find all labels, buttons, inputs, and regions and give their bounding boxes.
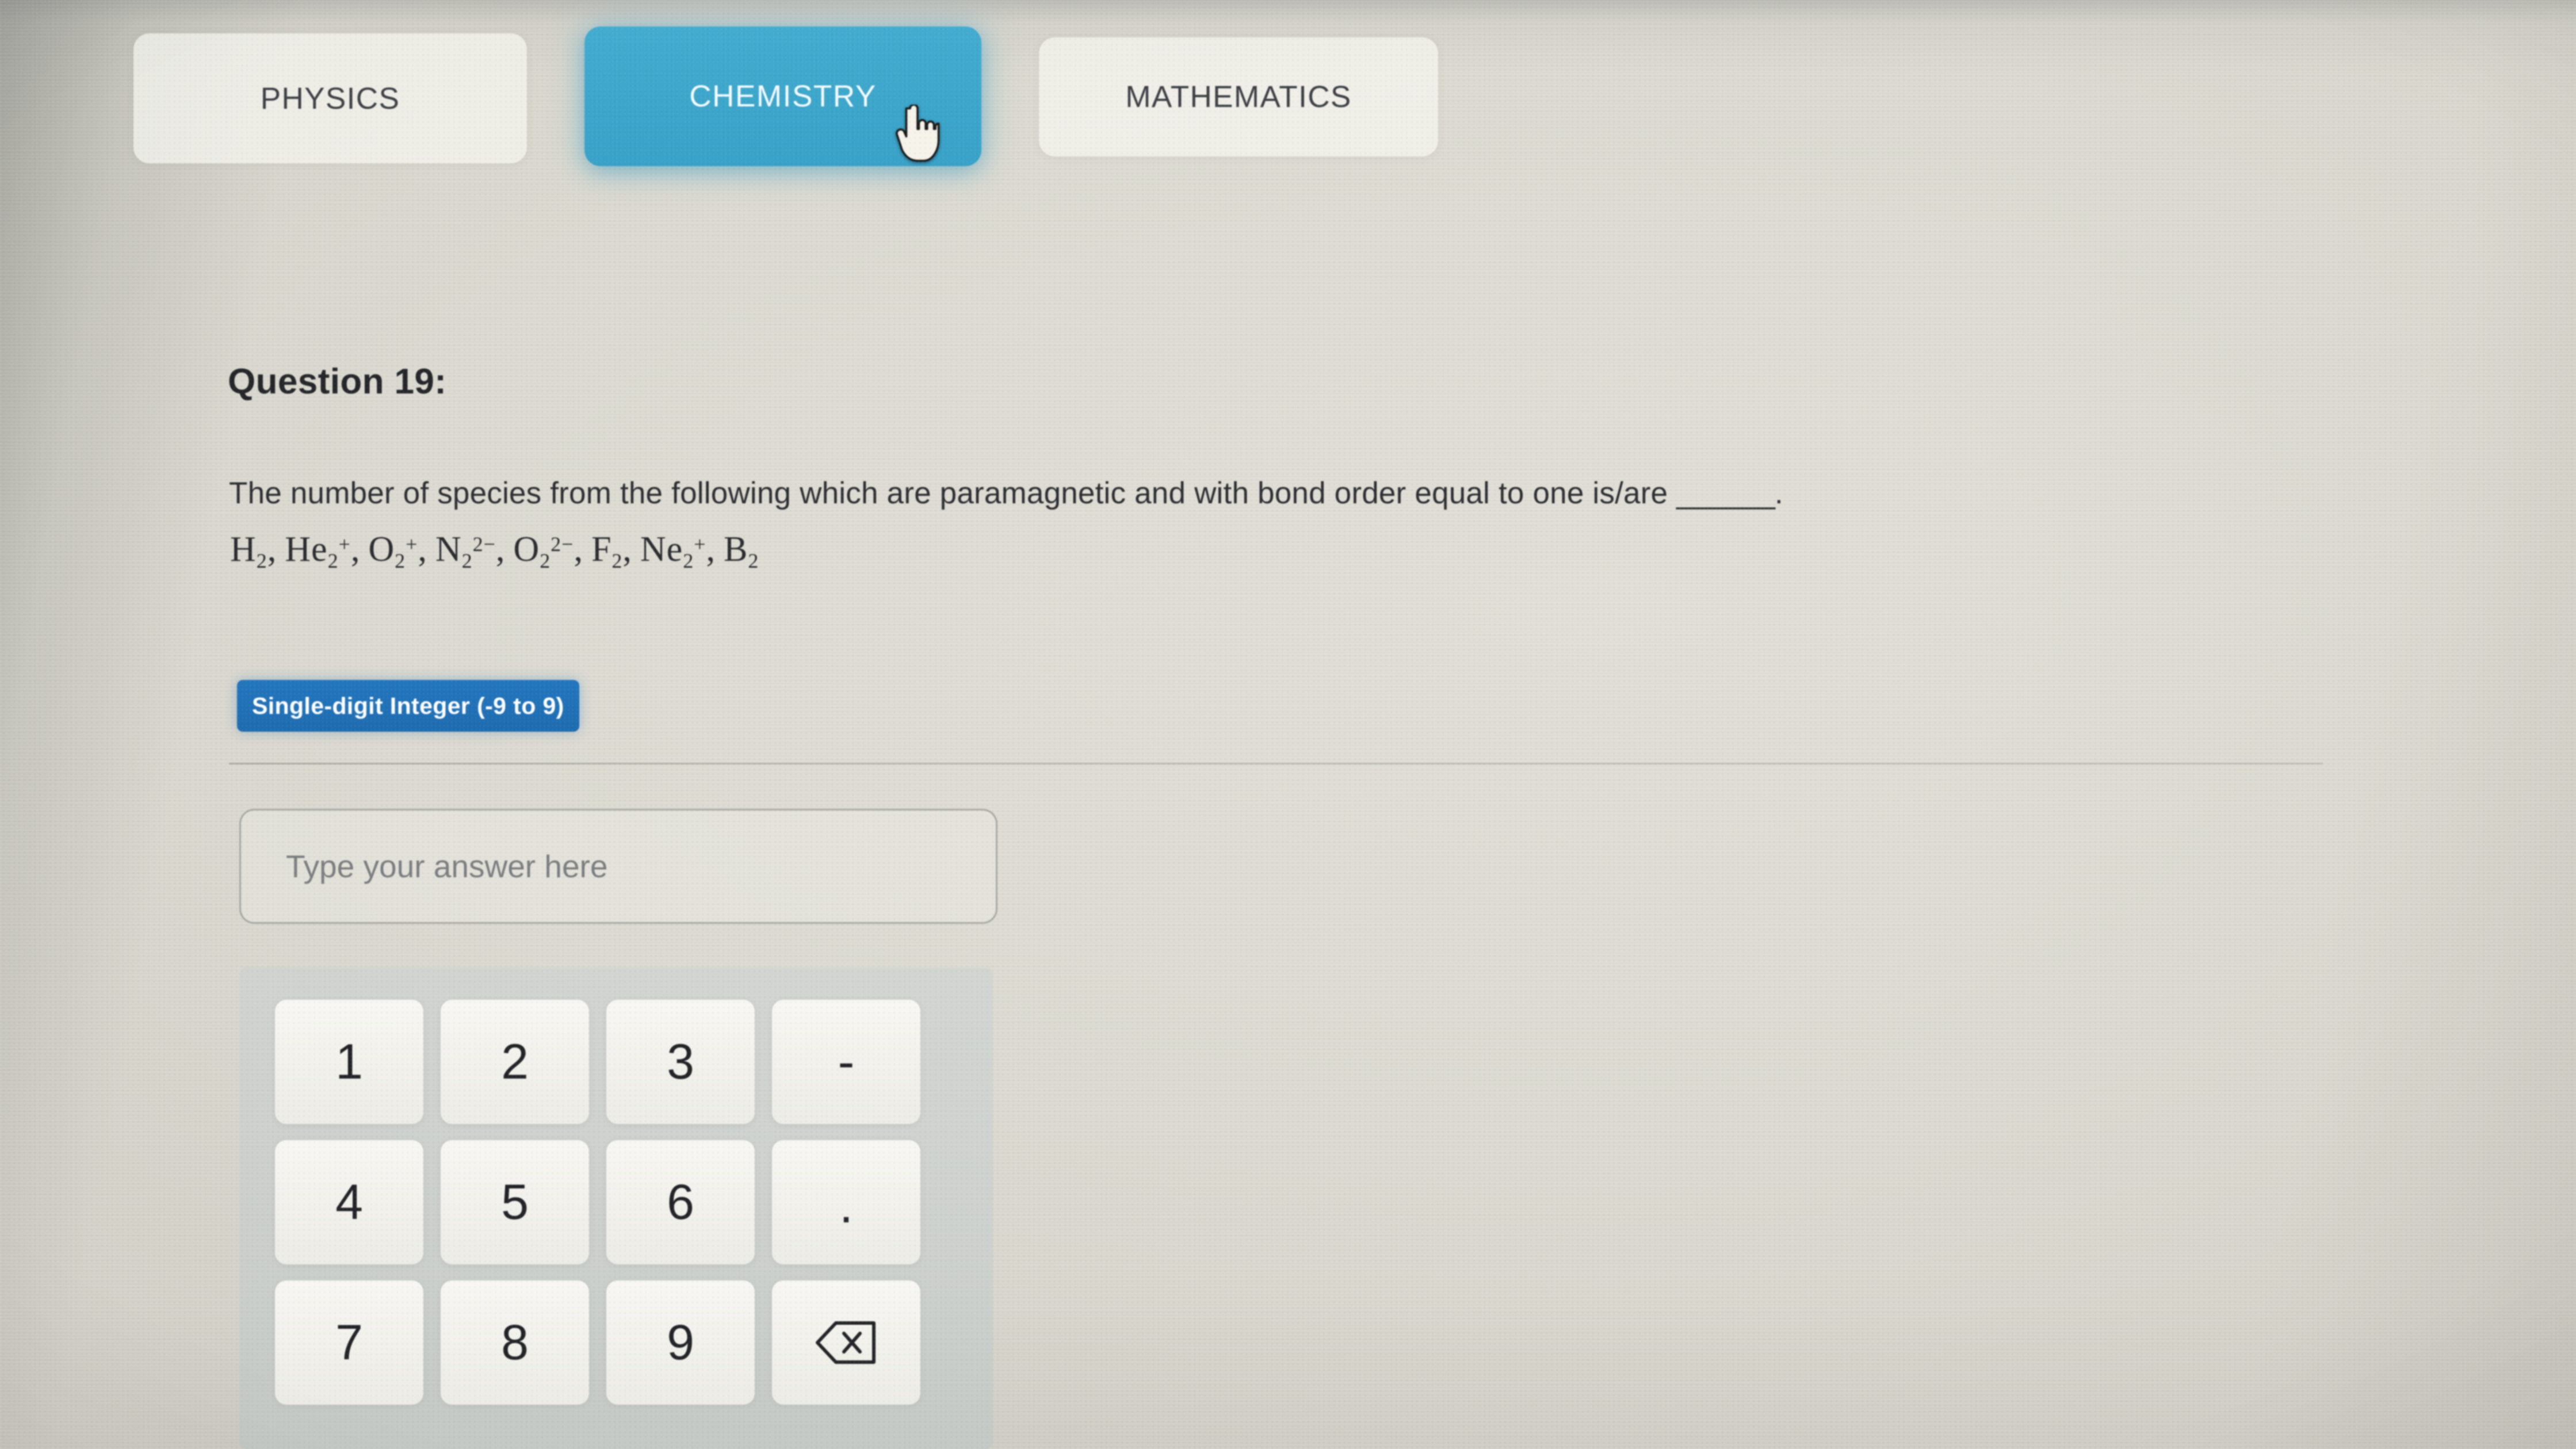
key-decimal[interactable]: . <box>772 1140 920 1264</box>
key-2[interactable]: 2 <box>441 1000 589 1124</box>
question-blank: ______ <box>1676 476 1775 510</box>
tab-chemistry-label: CHEMISTRY <box>689 79 877 113</box>
key-8[interactable]: 8 <box>441 1280 589 1405</box>
key-4[interactable]: 4 <box>275 1140 423 1264</box>
quiz-page: PHYSICS CHEMISTRY MATHEMATICS Question 1… <box>0 0 2576 1449</box>
key-9[interactable]: 9 <box>606 1280 755 1405</box>
question-title: Question 19: <box>228 362 447 402</box>
key-6[interactable]: 6 <box>606 1140 755 1264</box>
key-3[interactable]: 3 <box>606 1000 755 1124</box>
keypad-row: 1 2 3 - <box>275 1000 957 1124</box>
species-item-8: B2 <box>723 530 759 573</box>
key-1[interactable]: 1 <box>275 1000 423 1124</box>
species-formula-list: H2, He2+, O2+, N22−, O22−, F2, Ne2+, B2 <box>230 530 759 573</box>
answer-input[interactable] <box>286 848 996 885</box>
backspace-icon <box>816 1321 876 1364</box>
tab-mathematics-label: MATHEMATICS <box>1125 80 1352 114</box>
answer-field-wrapper[interactable] <box>239 809 997 924</box>
keypad-row: 4 5 6 . <box>275 1140 957 1264</box>
tab-physics[interactable]: PHYSICS <box>133 33 527 163</box>
question-text-after-blank: . <box>1775 476 1783 510</box>
species-item-7: Ne2+ <box>640 530 706 573</box>
species-item-4: N22− <box>435 530 496 573</box>
keypad-row: 7 8 9 <box>275 1280 957 1405</box>
numeric-keypad: 1 2 3 - 4 5 6 . 7 8 9 <box>239 968 993 1449</box>
answer-type-badge-label: Single-digit Integer (-9 to 9) <box>252 692 564 719</box>
species-item-1: H2 <box>230 530 267 573</box>
question-text: The number of species from the following… <box>229 476 2518 510</box>
species-item-3: O2+ <box>368 530 418 573</box>
answer-type-badge: Single-digit Integer (-9 to 9) <box>237 680 579 732</box>
key-backspace[interactable] <box>772 1280 920 1405</box>
species-item-2: He2+ <box>285 530 351 573</box>
tab-mathematics[interactable]: MATHEMATICS <box>1039 37 1438 156</box>
section-divider <box>229 763 2323 764</box>
pointing-hand-cursor-icon <box>896 105 940 162</box>
key-7[interactable]: 7 <box>275 1280 423 1405</box>
question-text-before-blank: The number of species from the following… <box>229 476 1677 510</box>
species-item-6: F2 <box>591 530 623 573</box>
tab-physics-label: PHYSICS <box>260 81 400 116</box>
key-5[interactable]: 5 <box>441 1140 589 1264</box>
species-item-5: O22− <box>513 530 574 573</box>
subject-tab-bar: PHYSICS CHEMISTRY MATHEMATICS <box>133 26 1438 166</box>
key-minus[interactable]: - <box>772 1000 920 1124</box>
